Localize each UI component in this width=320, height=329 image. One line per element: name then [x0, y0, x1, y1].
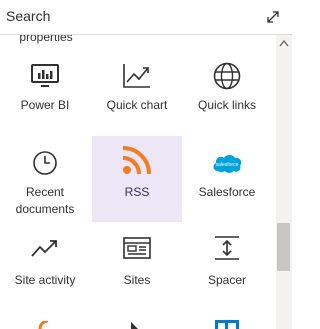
- sites-icon: [92, 231, 182, 265]
- tile-sites[interactable]: Sites: [92, 227, 182, 297]
- partial-tile-label: properties: [19, 35, 73, 44]
- tile-label: Quick chart: [106, 98, 168, 112]
- tile-recent-documents[interactable]: Recent documents: [0, 136, 90, 222]
- partial-orange-icon: [38, 321, 49, 329]
- expand-icon[interactable]: [262, 6, 284, 28]
- partial-blue-icon: [215, 320, 239, 329]
- search-bar: [0, 0, 292, 35]
- tile-label: Quick links: [197, 98, 256, 112]
- tile-power-bi[interactable]: Power BI: [0, 49, 90, 129]
- vertical-scrollbar[interactable]: [276, 35, 292, 329]
- tile-site-activity[interactable]: Site activity: [0, 227, 90, 297]
- tile-label: Site activity: [14, 273, 76, 287]
- webpart-list: properties Power BI Quick chart Quick li…: [0, 35, 276, 329]
- tile-label: RSS: [124, 185, 150, 199]
- salesforce-icon: salesforce: [182, 146, 272, 180]
- activity-icon: [0, 231, 90, 265]
- clock-icon: [0, 146, 90, 180]
- scroll-up-icon[interactable]: [279, 39, 289, 47]
- tile-salesforce[interactable]: salesforce Salesforce: [182, 136, 272, 222]
- tile-rss[interactable]: RSS: [92, 136, 182, 222]
- tile-label: Spacer: [207, 273, 247, 287]
- chart-icon: [92, 59, 182, 93]
- power-bi-icon: [0, 59, 90, 93]
- tile-label: Recent documents: [15, 185, 75, 216]
- globe-icon: [182, 59, 272, 93]
- tile-label: Salesforce: [198, 185, 256, 199]
- tile-quick-chart[interactable]: Quick chart: [92, 49, 182, 129]
- search-input[interactable]: [6, 5, 246, 27]
- tile-spacer[interactable]: Spacer: [182, 227, 272, 297]
- scroll-thumb[interactable]: [277, 223, 290, 271]
- svg-text:salesforce: salesforce: [216, 162, 239, 168]
- tile-label: Sites: [123, 273, 151, 287]
- rss-icon: [92, 143, 182, 177]
- tile-quick-links[interactable]: Quick links: [182, 49, 272, 129]
- play-icon: [131, 322, 138, 329]
- tile-label: Power BI: [20, 98, 70, 112]
- spacer-icon: [182, 231, 272, 265]
